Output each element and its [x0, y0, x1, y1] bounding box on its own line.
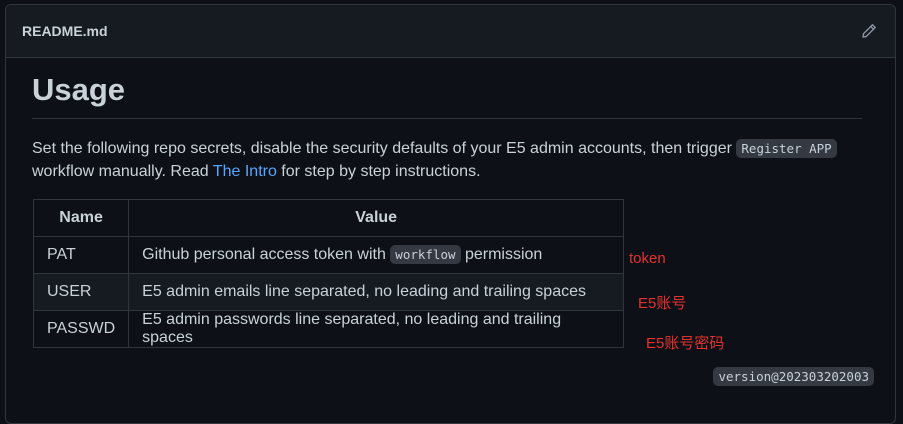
- usage-heading: Usage: [32, 72, 862, 119]
- readme-header: README.md: [6, 5, 895, 58]
- register-app-code: Register APP: [736, 139, 837, 158]
- annotation-passwd: E5账号密码: [646, 335, 725, 352]
- file-name[interactable]: README.md: [22, 23, 108, 39]
- value-text: Github personal access token with: [142, 246, 391, 263]
- secret-name: USER: [32, 273, 130, 311]
- usage-paragraph: Set the following repo secrets, disable …: [32, 137, 862, 183]
- table-row: USER E5 admin emails line separated, no …: [32, 273, 625, 311]
- secret-value: E5 admin emails line separated, no leadi…: [128, 273, 625, 311]
- table-row: PAT Github personal access token with wo…: [32, 236, 625, 274]
- annotation-user: E5账号: [638, 295, 687, 312]
- value-text: permission: [460, 246, 543, 263]
- workflow-code: workflow: [390, 245, 461, 264]
- paragraph-text: for step by step instructions.: [276, 163, 481, 180]
- secret-value: Github personal access token with workfl…: [128, 236, 625, 274]
- secrets-table: Name Value PAT Github personal access to…: [32, 199, 625, 348]
- intro-link[interactable]: The Intro: [213, 163, 277, 180]
- table-header-row: Name Value: [32, 199, 625, 237]
- secret-value: E5 admin passwords line separated, no le…: [128, 310, 625, 348]
- paragraph-text: workflow manually. Read: [32, 163, 213, 180]
- value-column-header: Value: [128, 199, 625, 237]
- annotation-token: token: [629, 250, 666, 267]
- pencil-icon[interactable]: [861, 23, 877, 39]
- name-column-header: Name: [32, 199, 130, 237]
- secret-name: PAT: [32, 236, 130, 274]
- table-row: PASSWD E5 admin passwords line separated…: [32, 310, 625, 348]
- version-badge: version@202303202003: [713, 367, 874, 386]
- paragraph-text: Set the following repo secrets, disable …: [32, 140, 737, 157]
- secret-name: PASSWD: [32, 310, 130, 348]
